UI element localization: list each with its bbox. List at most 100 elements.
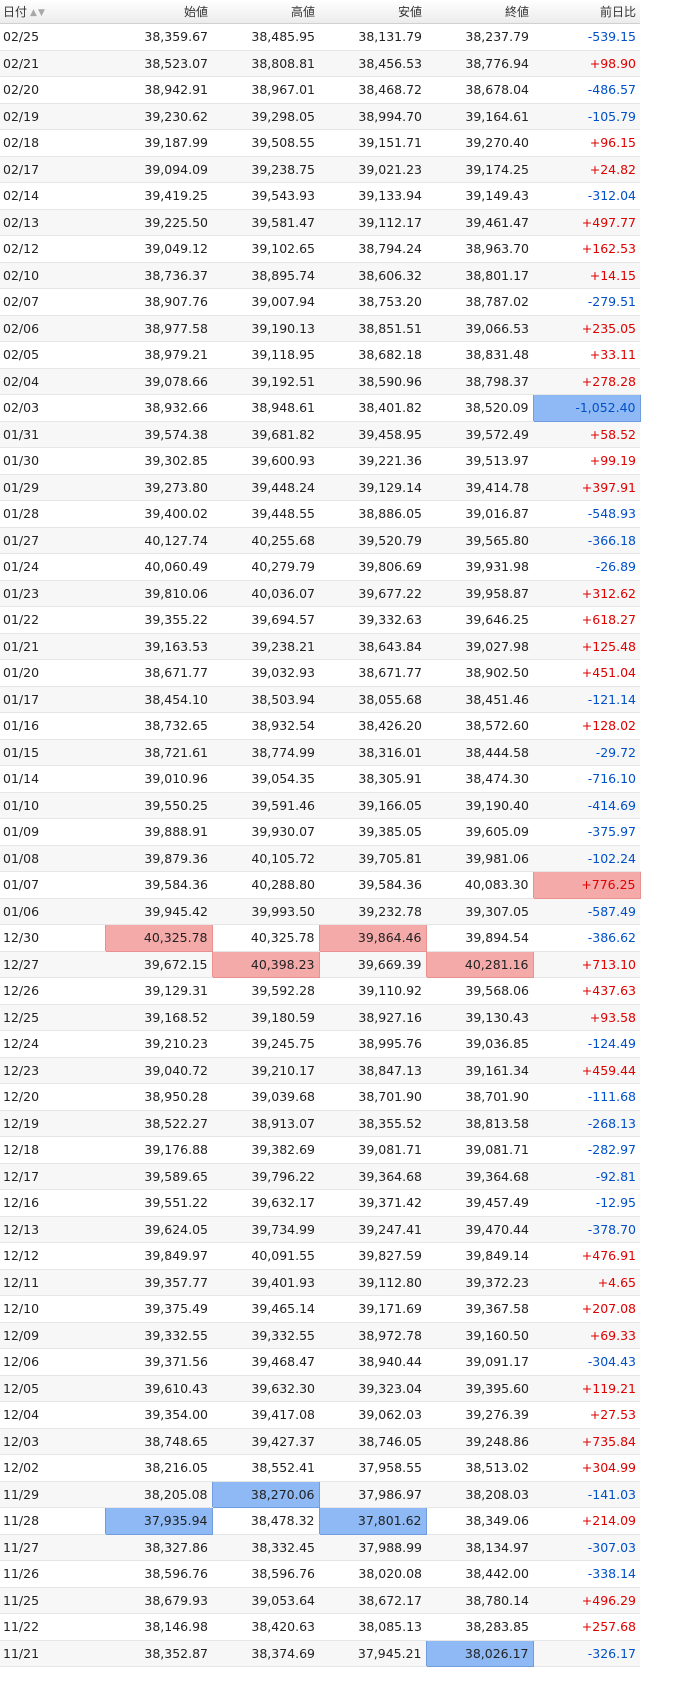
cell-close: 39,958.87 <box>426 580 533 607</box>
column-header-open[interactable]: 始値 <box>105 0 212 24</box>
cell-close: 39,572.49 <box>426 421 533 448</box>
table-row: 12/11 39,357.77 39,401.93 39,112.80 39,372.2… <box>0 1269 640 1296</box>
cell-close: 39,174.25 <box>426 156 533 183</box>
cell-date: 01/27 <box>0 527 105 554</box>
table-row: 02/17 39,094.09 39,238.75 39,021.23 39,174.2… <box>0 156 640 183</box>
table-row: 12/13 39,624.05 39,734.99 39,247.41 39,470.4… <box>0 1216 640 1243</box>
cell-open: 39,163.53 <box>105 633 212 660</box>
cell-open: 39,419.25 <box>105 182 212 210</box>
cell-close: 39,307.05 <box>426 898 533 925</box>
column-header-high[interactable]: 高値 <box>212 0 319 24</box>
cell-low: 38,643.84 <box>319 633 426 660</box>
table-row: 12/23 39,040.72 39,210.17 38,847.13 39,161.3… <box>0 1057 640 1084</box>
cell-low: 38,131.79 <box>319 23 426 51</box>
sort-descending-icon[interactable]: ▼ <box>38 8 46 18</box>
cell-open: 39,810.06 <box>105 580 212 607</box>
cell-change: -121.14 <box>533 686 640 713</box>
cell-open: 38,748.65 <box>105 1428 212 1455</box>
cell-date: 02/20 <box>0 76 105 104</box>
table-row: 02/19 39,230.62 39,298.05 38,994.70 39,164.6… <box>0 103 640 130</box>
column-header-low[interactable]: 安値 <box>319 0 426 24</box>
cell-high: 38,503.94 <box>212 686 319 713</box>
cell-open: 39,849.97 <box>105 1242 212 1270</box>
cell-date: 02/19 <box>0 103 105 130</box>
cell-high: 39,543.93 <box>212 182 319 210</box>
cell-change: +128.02 <box>533 712 640 740</box>
cell-open: 39,354.00 <box>105 1401 212 1429</box>
cell-change: +476.91 <box>533 1242 640 1270</box>
cell-date: 02/07 <box>0 288 105 316</box>
table-row: 01/23 39,810.06 40,036.07 39,677.22 39,958.8… <box>0 580 640 607</box>
table-row: 01/10 39,550.25 39,591.46 39,166.05 39,190.4… <box>0 792 640 819</box>
cell-high: 39,468.47 <box>212 1348 319 1376</box>
cell-open: 38,950.28 <box>105 1083 212 1111</box>
cell-change: +162.53 <box>533 235 640 263</box>
column-header-change[interactable]: 前日比 <box>533 0 640 24</box>
cell-open: 38,721.61 <box>105 739 212 766</box>
table-row: 02/12 39,049.12 39,102.65 38,794.24 38,963.7… <box>0 235 640 263</box>
sort-ascending-icon[interactable]: ▲ <box>30 8 38 18</box>
cell-open: 38,671.77 <box>105 659 212 687</box>
table-body: 02/25 38,359.67 38,485.95 38,131.79 38,237.7… <box>0 23 641 1667</box>
cell-close: 39,372.23 <box>426 1269 533 1296</box>
cell-close: 39,364.68 <box>426 1163 533 1190</box>
table-row: 11/27 38,327.86 38,332.45 37,988.99 38,134.9… <box>0 1534 640 1561</box>
cell-date: 12/19 <box>0 1110 105 1137</box>
sort-icons[interactable]: ▲▼ <box>30 8 46 18</box>
table-row: 12/16 39,551.22 39,632.17 39,371.42 39,457.4… <box>0 1189 640 1217</box>
cell-low: 38,972.78 <box>319 1322 426 1349</box>
cell-low: 39,112.80 <box>319 1269 426 1296</box>
cell-close: 39,016.87 <box>426 500 533 528</box>
table-row: 01/20 38,671.77 39,032.93 38,671.77 38,902.5… <box>0 659 640 687</box>
cell-high: 39,632.30 <box>212 1375 319 1402</box>
cell-low: 39,221.36 <box>319 447 426 475</box>
cell-date: 12/24 <box>0 1030 105 1058</box>
cell-close: 39,470.44 <box>426 1216 533 1243</box>
cell-high: 39,180.59 <box>212 1004 319 1031</box>
cell-date: 12/25 <box>0 1004 105 1031</box>
cell-high: 38,596.76 <box>212 1560 319 1588</box>
cell-date: 12/16 <box>0 1189 105 1217</box>
cell-low: 38,995.76 <box>319 1030 426 1058</box>
cell-low: 38,794.24 <box>319 235 426 263</box>
cell-change: +96.15 <box>533 129 640 157</box>
cell-change: -279.51 <box>533 288 640 316</box>
cell-change: -312.04 <box>533 182 640 210</box>
cell-low: 39,520.79 <box>319 527 426 554</box>
cell-high: 39,401.93 <box>212 1269 319 1296</box>
cell-open: 38,732.65 <box>105 712 212 740</box>
cell-open: 38,522.27 <box>105 1110 212 1137</box>
cell-open: 40,127.74 <box>105 527 212 554</box>
cell-open: 39,049.12 <box>105 235 212 263</box>
cell-date: 02/12 <box>0 235 105 263</box>
cell-low: 38,401.82 <box>319 394 426 422</box>
table-row: 01/27 40,127.74 40,255.68 39,520.79 39,565.8… <box>0 527 640 554</box>
cell-open: 39,610.43 <box>105 1375 212 1402</box>
cell-low: 38,456.53 <box>319 50 426 77</box>
cell-close: 38,701.90 <box>426 1083 533 1111</box>
cell-date: 12/20 <box>0 1083 105 1111</box>
cell-date: 12/23 <box>0 1057 105 1084</box>
column-header-date[interactable]: 日付 ▲▼ <box>0 0 105 24</box>
table-row: 12/25 39,168.52 39,180.59 38,927.16 39,130.4… <box>0 1004 640 1031</box>
cell-close: 38,444.58 <box>426 739 533 766</box>
cell-change: -111.68 <box>533 1083 640 1111</box>
cell-low: 39,705.81 <box>319 845 426 872</box>
cell-low: 39,171.69 <box>319 1295 426 1323</box>
cell-close: 38,237.79 <box>426 23 533 51</box>
cell-high: 40,325.78 <box>212 924 319 952</box>
column-header-close[interactable]: 終値 <box>426 0 533 24</box>
cell-close: 40,083.30 <box>426 871 533 899</box>
table-row: 01/14 39,010.96 39,054.35 38,305.91 38,474.3… <box>0 765 640 793</box>
cell-low: 39,232.78 <box>319 898 426 925</box>
cell-close: 39,646.25 <box>426 606 533 634</box>
table-row: 02/21 38,523.07 38,808.81 38,456.53 38,776.9… <box>0 50 640 77</box>
cell-close: 39,395.60 <box>426 1375 533 1402</box>
cell-change: +451.04 <box>533 659 640 687</box>
cell-open: 39,273.80 <box>105 474 212 501</box>
cell-low: 38,590.96 <box>319 368 426 395</box>
cell-close: 38,572.60 <box>426 712 533 740</box>
cell-high: 38,967.01 <box>212 76 319 104</box>
cell-change: -539.15 <box>533 23 640 51</box>
cell-low: 39,827.59 <box>319 1242 426 1270</box>
